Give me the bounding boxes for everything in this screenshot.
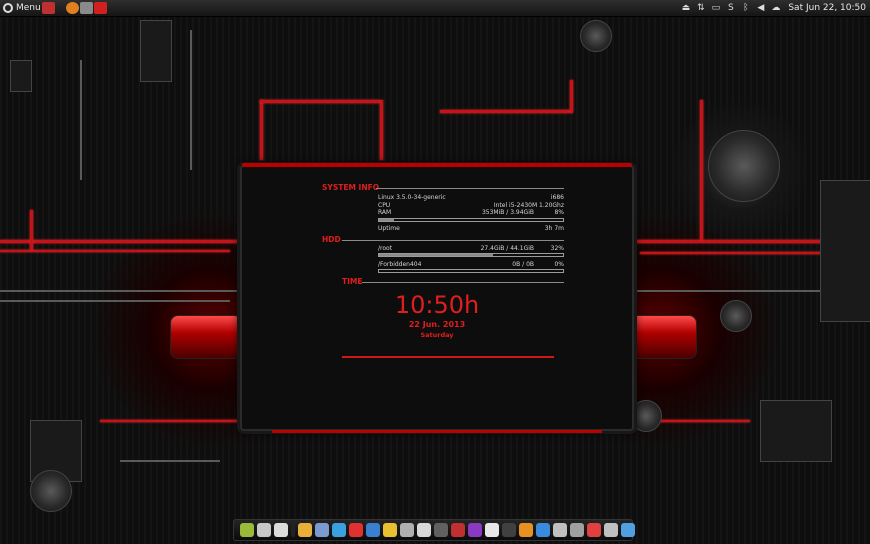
arch-value: i686 bbox=[550, 194, 564, 201]
uptime-row: Uptime 3h 7m bbox=[378, 225, 564, 233]
uptime-label: Uptime bbox=[378, 225, 400, 232]
ram-row: RAM 353MiB / 3.94GiB 8% bbox=[378, 209, 564, 217]
bluetooth-icon[interactable]: ᛒ bbox=[741, 3, 750, 13]
x-icon[interactable] bbox=[519, 523, 533, 537]
tv-icon[interactable] bbox=[502, 523, 516, 537]
volume-icon[interactable]: ◀ bbox=[756, 3, 765, 13]
clock-day: Saturday bbox=[420, 331, 454, 339]
eject-icon[interactable]: ⏏ bbox=[681, 3, 691, 13]
kernel-value: Linux 3.5.0-34-generic bbox=[378, 194, 446, 201]
conky-bottom-accent bbox=[272, 430, 602, 433]
conky-top-accent bbox=[242, 163, 632, 167]
plane-icon[interactable] bbox=[536, 523, 550, 537]
terminal-launcher[interactable] bbox=[80, 2, 93, 14]
ram-bar-fill bbox=[379, 219, 394, 221]
time-rule bbox=[362, 282, 564, 283]
hdd-rule bbox=[342, 240, 564, 241]
terminal-icon[interactable] bbox=[434, 523, 448, 537]
ram-percent: 8% bbox=[554, 209, 564, 216]
system-tray: ⏏ ⇅ ▭ S ᛒ ◀ ☁ Sat Jun 22, 10:50 bbox=[681, 1, 866, 15]
drive-row: /Forbidden404 0B / 0B 0% bbox=[378, 261, 564, 269]
separator-icon[interactable] bbox=[291, 523, 295, 537]
bag-icon[interactable] bbox=[485, 523, 499, 537]
search-icon[interactable] bbox=[553, 523, 567, 537]
drive-bar bbox=[378, 253, 564, 257]
system-info-title: SYSTEM INFO bbox=[322, 183, 380, 192]
drive-usage: 0B / 0B bbox=[512, 261, 534, 268]
paint-icon[interactable] bbox=[468, 523, 482, 537]
drive-bar-fill bbox=[379, 254, 494, 256]
uptime-value: 3h 7m bbox=[544, 225, 564, 232]
clock-date: 22 Jun. 2013 bbox=[408, 320, 466, 329]
bookmark-icon[interactable] bbox=[349, 523, 363, 537]
dock bbox=[233, 519, 635, 541]
ram-usage: 353MiB / 3.94GiB bbox=[481, 209, 534, 216]
system-info-rule bbox=[376, 188, 564, 189]
file-manager-launcher[interactable] bbox=[42, 2, 55, 14]
cpu-label: CPU bbox=[378, 202, 391, 209]
drive-name: /Forbidden404 bbox=[378, 261, 422, 268]
android-icon[interactable] bbox=[240, 523, 254, 537]
chrome-icon[interactable] bbox=[383, 523, 397, 537]
drive-percent: 32% bbox=[550, 245, 564, 252]
ram-bar bbox=[378, 218, 564, 222]
menu-button[interactable]: Menu bbox=[3, 1, 41, 15]
twitter-icon[interactable] bbox=[332, 523, 346, 537]
hdd-title: HDD bbox=[322, 235, 341, 244]
drive-row: /root 27.4GiB / 44.1GiB 32% bbox=[378, 245, 564, 253]
game-icon[interactable] bbox=[298, 523, 312, 537]
mail-icon[interactable] bbox=[274, 523, 288, 537]
time-title: TIME bbox=[342, 277, 363, 286]
drive-bar bbox=[378, 269, 564, 273]
pen-icon[interactable] bbox=[315, 523, 329, 537]
weather-icon[interactable]: ☁ bbox=[771, 3, 780, 13]
panel-clock[interactable]: Sat Jun 22, 10:50 bbox=[788, 3, 866, 13]
arrow-up-icon[interactable]: ⇅ bbox=[696, 3, 705, 13]
clock-underline bbox=[342, 356, 554, 358]
skype-icon[interactable]: S bbox=[726, 3, 735, 13]
arrow-icon[interactable] bbox=[366, 523, 380, 537]
conky-widget: SYSTEM INFO Linux 3.5.0-34-generic i686 … bbox=[240, 163, 634, 433]
app-launcher[interactable] bbox=[94, 2, 107, 14]
camera-icon[interactable] bbox=[400, 523, 414, 537]
kernel-row: Linux 3.5.0-34-generic i686 bbox=[378, 194, 564, 202]
box-icon[interactable] bbox=[417, 523, 431, 537]
firefox-launcher[interactable] bbox=[66, 2, 79, 14]
battery-icon[interactable]: ▭ bbox=[711, 3, 721, 13]
ram-label: RAM bbox=[378, 209, 392, 216]
menu-icon bbox=[3, 3, 13, 13]
drive-name: /root bbox=[378, 245, 393, 252]
music-icon[interactable] bbox=[451, 523, 465, 537]
top-panel: Menu ⏏ ⇅ ▭ S ᛒ ◀ ☁ Sat Jun 22, 10:50 bbox=[0, 0, 870, 17]
gift-icon[interactable] bbox=[621, 523, 635, 537]
menu-label: Menu bbox=[16, 3, 41, 13]
drive-percent: 0% bbox=[554, 261, 564, 268]
drive-usage: 27.4GiB / 44.1GiB bbox=[480, 245, 534, 252]
cleaner-icon[interactable] bbox=[587, 523, 601, 537]
audio-icon[interactable] bbox=[604, 523, 618, 537]
cpu-value: Intel i5-2430M 1.20Ghz bbox=[493, 202, 564, 209]
tools-icon[interactable] bbox=[257, 523, 271, 537]
clock-time: 10:50h bbox=[394, 291, 480, 319]
trash-icon[interactable] bbox=[570, 523, 584, 537]
